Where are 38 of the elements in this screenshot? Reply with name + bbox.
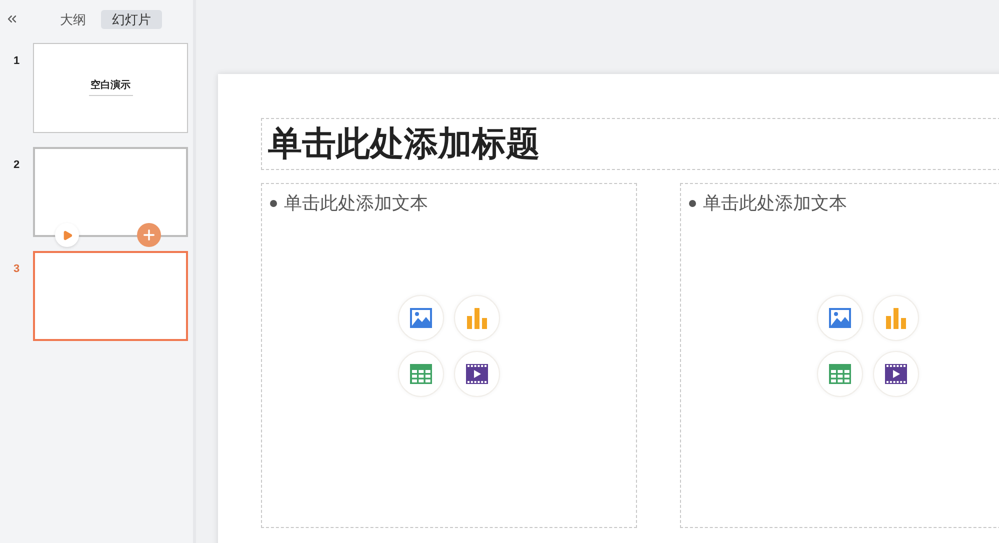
bullet-icon <box>689 200 696 206</box>
video-icon <box>885 364 907 384</box>
insert-chart-button[interactable] <box>873 294 919 340</box>
play-icon <box>62 230 72 240</box>
table-icon <box>410 364 432 384</box>
thumbnail-title: 空白演示 <box>90 80 130 92</box>
panel-tab[interactable]: 大纲 <box>49 10 97 28</box>
table-icon <box>829 364 851 384</box>
insert-video-button[interactable] <box>873 350 919 396</box>
title-placeholder-text: 单击此处添加标题 <box>268 124 540 164</box>
slide-thumbnail[interactable]: 空白演示 <box>33 43 188 133</box>
insert-table-button[interactable] <box>398 350 444 396</box>
bar-chart-icon <box>885 306 907 328</box>
plus-icon <box>141 227 157 243</box>
image-icon <box>829 308 851 328</box>
insert-chart-button[interactable] <box>454 294 500 340</box>
slide-thumbnail[interactable] <box>33 251 188 341</box>
slide-number: 2 <box>12 158 21 173</box>
insert-image-button[interactable] <box>817 294 863 340</box>
bar-chart-icon <box>466 306 488 328</box>
slide-number: 1 <box>12 54 21 69</box>
content-placeholder-text: 单击此处添加文本 <box>703 192 847 214</box>
video-icon <box>466 364 488 384</box>
insert-table-button[interactable] <box>817 350 863 396</box>
thumbnail-subtitle-line <box>88 95 132 96</box>
add-slide-button[interactable] <box>137 223 161 247</box>
bullet-icon <box>270 200 277 206</box>
play-button[interactable] <box>55 223 79 247</box>
image-icon <box>410 308 432 328</box>
insert-image-button[interactable] <box>398 294 444 340</box>
slide-thumbnail[interactable] <box>33 147 188 237</box>
title-placeholder[interactable]: 单击此处添加标题 <box>261 118 999 170</box>
panel-tab[interactable]: 幻灯片 <box>101 10 162 28</box>
insert-video-button[interactable] <box>454 350 500 396</box>
content-placeholder[interactable]: 单击此处添加文本 <box>261 183 637 528</box>
content-placeholder-text: 单击此处添加文本 <box>284 192 428 214</box>
slide-number: 3 <box>12 262 21 277</box>
content-placeholder[interactable]: 单击此处添加文本 <box>680 183 999 528</box>
